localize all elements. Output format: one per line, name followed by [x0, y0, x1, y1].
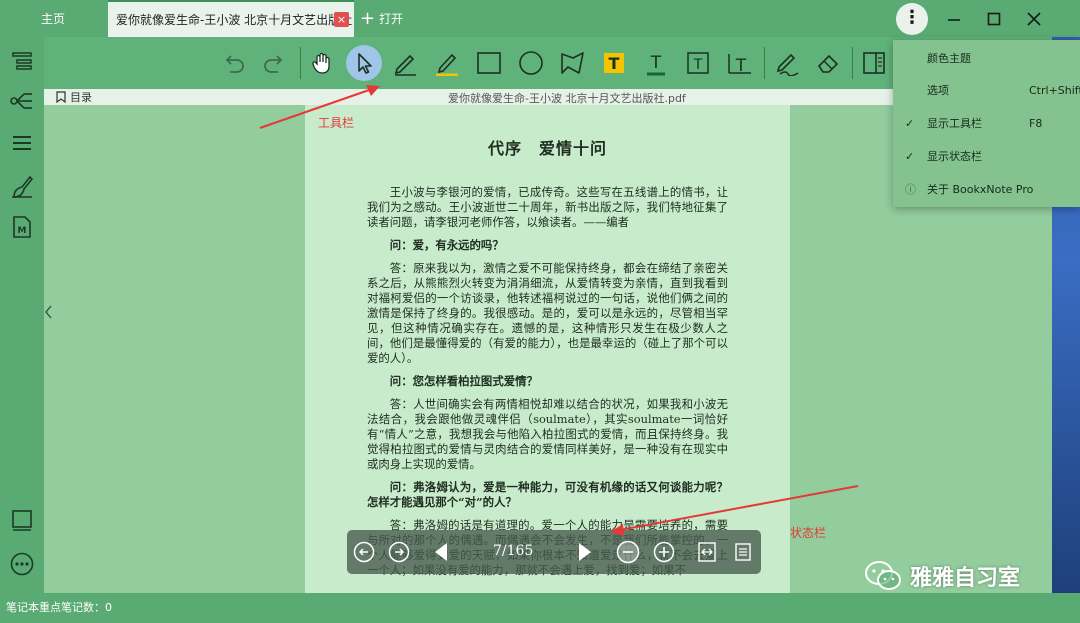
text-paragraph: 答：原来我以为，激情之爱不可能保持终身，都会在缔结了亲密关系之后，从熊熊烈火转变…: [367, 261, 728, 365]
menu-item-label: 颜色主题: [927, 52, 971, 65]
pen-note-icon[interactable]: [10, 175, 34, 199]
close-icon: [1027, 11, 1041, 26]
select-arrow-icon[interactable]: [346, 45, 382, 81]
question-paragraph: 问：爱，有永远的吗？: [389, 238, 504, 252]
redo-icon[interactable]: [256, 45, 292, 81]
toolbar-separator: [852, 47, 853, 79]
menu-item-show-toolbar[interactable]: ✓ 显示工具栏 F8: [893, 111, 1080, 135]
main-menu-button[interactable]: ⋮: [896, 3, 928, 35]
page-indicator[interactable]: 7/165: [493, 543, 533, 559]
check-icon: ✓: [905, 116, 915, 130]
pen-icon[interactable]: [387, 45, 423, 81]
svg-text:M: M: [18, 226, 27, 236]
eraser-icon[interactable]: [810, 45, 846, 81]
text-strike-icon[interactable]: T: [722, 45, 758, 81]
toc-label: 目录: [70, 91, 92, 104]
tab-close-button[interactable]: ×: [334, 12, 349, 27]
ellipse-icon[interactable]: [513, 45, 549, 81]
stack-list-icon[interactable]: [10, 131, 34, 155]
wechat-logo-icon: [865, 561, 901, 590]
next-page-icon[interactable]: [573, 540, 597, 564]
fit-page-icon[interactable]: [695, 540, 719, 564]
text-underline-icon[interactable]: T: [638, 45, 674, 81]
text-paragraph: 王小波与李银河的爱情，已成传奇。这些写在五线谱上的情书，让我们为之感动。王小波逝…: [367, 185, 728, 229]
undo-icon[interactable]: [216, 45, 252, 81]
zoom-out-icon[interactable]: [616, 540, 640, 564]
page-heading: 代序 爱情十问: [487, 139, 607, 158]
text-highlight-icon[interactable]: T: [596, 45, 632, 81]
menu-item-label: 关于 BookxNote Pro: [927, 183, 1034, 196]
pdf-page[interactable]: 代序 爱情十问 王小波与李银河的爱情，已成传奇。这些写在五线谱上的情书，让我们为…: [305, 105, 790, 593]
menu-item-label: 选项: [927, 84, 949, 97]
layout-icon[interactable]: [856, 45, 892, 81]
menu-item-about[interactable]: ⓘ 关于 BookxNote Pro: [893, 177, 1080, 201]
tab-home[interactable]: 主页: [0, 0, 106, 37]
statusbar-annotation: 状态栏: [790, 526, 827, 540]
outline-list-icon[interactable]: [10, 49, 34, 73]
check-icon: ✓: [905, 149, 915, 163]
highlighter-icon[interactable]: [429, 45, 465, 81]
main-dropdown-menu: 颜色主题 选项 Ctrl+Shift+ ✓ 显示工具栏 F8 ✓ 显示状态栏 ⓘ…: [893, 40, 1080, 207]
minimize-button[interactable]: [934, 0, 974, 37]
close-window-button[interactable]: [1014, 0, 1054, 37]
pdf-file-title: 爱你就像爱生命-王小波 北京十月文艺出版社.pdf: [448, 92, 686, 105]
question-paragraph: 问：您怎样看柏拉图式爱情？: [389, 374, 538, 388]
maximize-icon: [987, 12, 1001, 25]
toolbar-separator: [764, 47, 765, 79]
hand-icon[interactable]: [304, 45, 340, 81]
bookmark-icon: [56, 91, 66, 103]
watermark-text: 雅雅自习室: [910, 566, 1021, 591]
page-body: 王小波与李银河的爱情，已成传奇。这些写在五线谱上的情书，让我们为之感动。王小波逝…: [367, 185, 728, 578]
tab-document-label: 爱你就像爱生命-王小波 北京十月文艺出版社: [116, 13, 353, 27]
toc-button[interactable]: 目录: [56, 89, 92, 105]
polygon-icon[interactable]: [554, 45, 590, 81]
page-list-icon[interactable]: [731, 540, 755, 564]
status-bar: 笔记本重点笔记数：0: [0, 593, 1080, 623]
title-bar: 主页 爱你就像爱生命-王小波 北京十月文艺出版社 × + 打开 ⋮: [0, 0, 1080, 37]
minimize-icon: [948, 18, 960, 21]
info-icon: ⓘ: [905, 183, 916, 196]
svg-text:T: T: [609, 54, 620, 73]
menu-item-color-theme[interactable]: 颜色主题: [893, 46, 1080, 70]
freehand-pen-icon[interactable]: [769, 45, 805, 81]
mindmap-icon[interactable]: [10, 89, 34, 113]
open-tab-button[interactable]: + 打开: [360, 0, 403, 37]
maximize-button[interactable]: [974, 0, 1014, 37]
left-sidebar: M: [0, 37, 44, 593]
text-paragraph: 答：人世间确实会有两情相悦却难以结合的状况，如果我和小波无法结合，我会跟他做灵魂…: [367, 397, 728, 471]
prev-page-icon[interactable]: [429, 540, 453, 564]
menu-item-show-statusbar[interactable]: ✓ 显示状态栏: [893, 144, 1080, 168]
toolbar-annotation: 工具栏: [318, 116, 355, 130]
plus-icon: +: [360, 7, 376, 29]
svg-text:T: T: [693, 57, 703, 73]
svg-text:T: T: [735, 56, 747, 75]
menu-item-shortcut: Ctrl+Shift+: [1029, 83, 1080, 97]
menu-item-options[interactable]: 选项 Ctrl+Shift+: [893, 78, 1080, 102]
page-navigation-bar: 7/165: [347, 530, 761, 574]
menu-item-label: 显示状态栏: [927, 150, 982, 163]
collapse-panel-icon[interactable]: [44, 305, 54, 322]
menu-item-shortcut: F8: [1029, 116, 1043, 130]
rectangle-icon[interactable]: [471, 45, 507, 81]
watermark: 雅雅自习室: [864, 558, 1020, 594]
svg-text:T: T: [650, 53, 662, 73]
tab-document[interactable]: 爱你就像爱生命-王小波 北京十月文艺出版社 ×: [108, 0, 354, 37]
forward-icon[interactable]: [387, 540, 411, 564]
question-paragraph: 问：弗洛姆认为，爱是一种能力，可没有机缘的话又何谈能力呢？怎样才能遇见那个“对”…: [367, 480, 728, 509]
markdown-file-icon[interactable]: M: [10, 215, 34, 239]
note-count-status: 笔记本重点笔记数：0: [6, 601, 112, 614]
back-icon[interactable]: [352, 540, 376, 564]
zoom-in-icon[interactable]: [652, 540, 676, 564]
toolbar-separator: [300, 47, 301, 79]
open-tab-label: 打开: [379, 12, 404, 26]
menu-item-label: 显示工具栏: [927, 117, 982, 130]
tab-home-label: 主页: [40, 12, 65, 26]
text-box-icon[interactable]: T: [680, 45, 716, 81]
book-icon[interactable]: [10, 509, 34, 533]
more-circle-icon[interactable]: [10, 552, 34, 576]
